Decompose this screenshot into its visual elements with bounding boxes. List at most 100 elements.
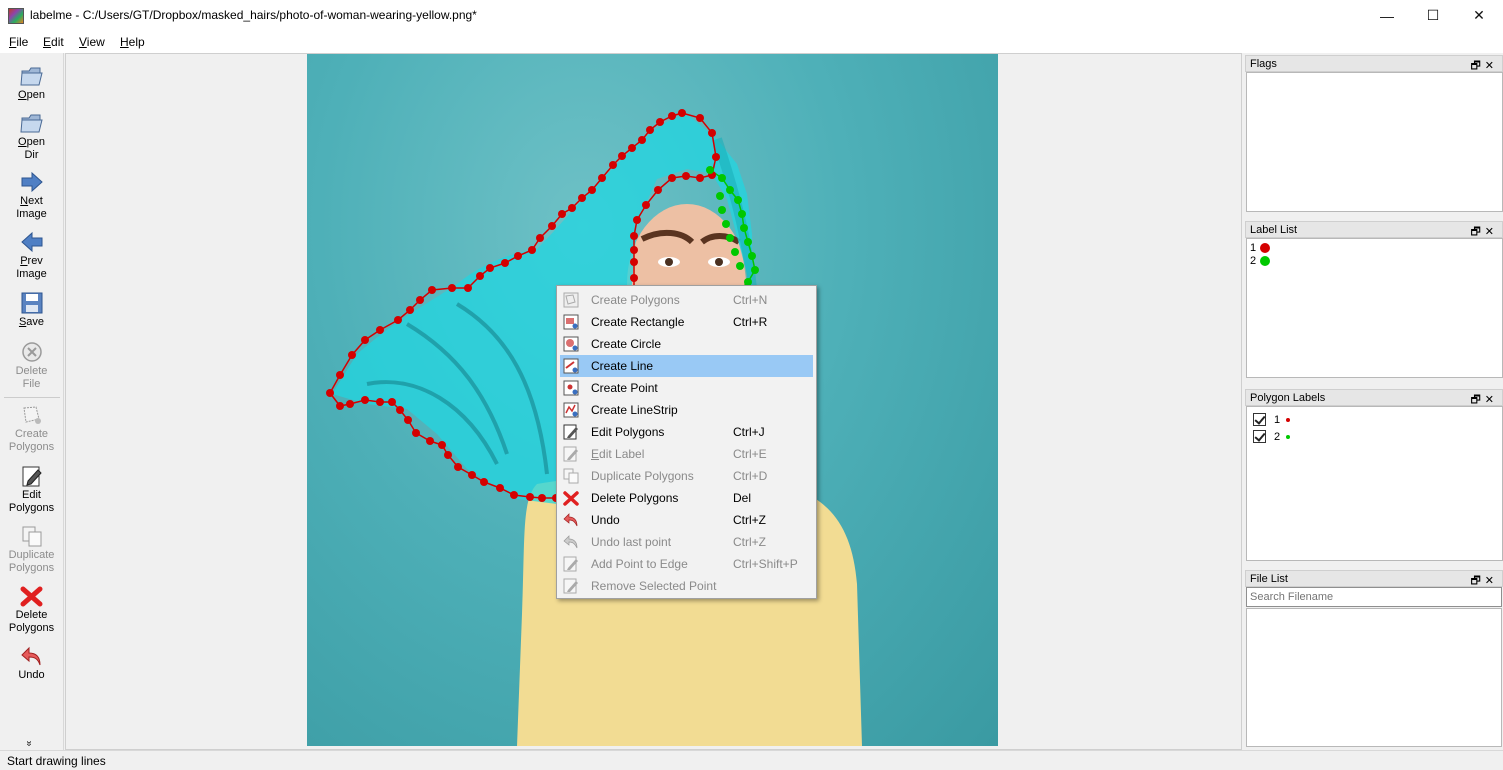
- delete-file-label: Delete: [15, 365, 48, 377]
- red-x-icon: [20, 586, 42, 607]
- prev-image-button[interactable]: Prev Image: [0, 231, 63, 281]
- ctx-label: Undo: [591, 513, 620, 527]
- close-dock-icon[interactable]: ✕: [1485, 394, 1498, 406]
- ctx-label: Create Point: [591, 381, 658, 395]
- polygon-labels-title: Polygon Labels: [1250, 392, 1326, 404]
- polygon-labels-list[interactable]: 1 2: [1246, 406, 1503, 561]
- float-dock-icon[interactable]: 🗗: [1470, 60, 1484, 72]
- minimize-button[interactable]: —: [1364, 0, 1410, 31]
- file-list-dock-title: File List 🗗✕: [1245, 570, 1503, 587]
- open-dir-button[interactable]: Open Dir: [0, 112, 63, 162]
- ctx-undo[interactable]: Undo Ctrl+Z: [557, 509, 816, 531]
- duplicate-polygons-button[interactable]: Duplicate Polygons: [0, 525, 63, 575]
- ctx-create-rectangle[interactable]: Create Rectangle Ctrl+R: [557, 311, 816, 333]
- ctx-delete-polygons[interactable]: Delete Polygons Del: [557, 487, 816, 509]
- ctx-label: Create Polygons: [591, 293, 680, 307]
- label-list-dock-title: Label List 🗗✕: [1245, 221, 1503, 238]
- delete-circle-icon: [21, 342, 42, 362]
- create-polygons-button[interactable]: Create Polygons: [0, 404, 63, 454]
- edit-polygons-button[interactable]: Edit Polygons: [0, 465, 63, 515]
- linestrip-draw-icon: [563, 402, 579, 418]
- flags-list[interactable]: [1246, 72, 1503, 212]
- polygon-visibility-checkbox[interactable]: [1253, 430, 1266, 443]
- file-list[interactable]: [1246, 608, 1502, 747]
- polygon-visibility-checkbox[interactable]: [1253, 413, 1266, 426]
- save-button[interactable]: Save: [0, 292, 63, 329]
- label-list[interactable]: 1 2: [1246, 238, 1503, 378]
- open-dir-label-2: Dir: [24, 149, 39, 161]
- polygon-draw-icon: [22, 406, 41, 424]
- folder-open-icon: [19, 114, 43, 133]
- file-list-title: File List: [1250, 573, 1288, 585]
- ctx-create-circle[interactable]: Create Circle: [557, 333, 816, 355]
- ctx-undo-last-point[interactable]: Undo last point Ctrl+Z: [557, 531, 816, 553]
- ctx-remove-selected-point[interactable]: Remove Selected Point: [557, 575, 816, 597]
- next-image-label-2: Image: [16, 208, 47, 220]
- list-item[interactable]: 2: [1250, 428, 1502, 445]
- menu-file[interactable]: File: [9, 35, 28, 49]
- duplicate-polygons-label: Duplicate: [8, 549, 55, 561]
- ctx-shortcut: Ctrl+Z: [733, 513, 766, 527]
- menu-edit[interactable]: Edit: [43, 35, 64, 49]
- status-bar: Start drawing lines: [0, 750, 1503, 770]
- float-dock-icon[interactable]: 🗗: [1470, 394, 1484, 406]
- toolbar-extension-chevron-icon[interactable]: »: [23, 741, 34, 747]
- red-x-icon: [563, 491, 579, 506]
- float-dock-icon[interactable]: 🗗: [1470, 575, 1484, 587]
- ctx-create-line[interactable]: Create Line: [560, 355, 813, 377]
- delete-polygons-button[interactable]: Delete Polygons: [0, 585, 63, 635]
- ctx-label: Add Point to Edge: [591, 557, 688, 571]
- menu-file-label: ile: [16, 35, 29, 49]
- copy-icon: [563, 468, 579, 484]
- circle-draw-icon: [563, 336, 579, 352]
- canvas-context-menu: Create Polygons Ctrl+N Create Rectangle …: [556, 285, 817, 599]
- delete-file-button[interactable]: Delete File: [0, 341, 63, 391]
- point-draw-icon: [563, 380, 579, 396]
- maximize-button[interactable]: ☐: [1410, 0, 1456, 31]
- ctx-label: Create Rectangle: [591, 315, 685, 329]
- menu-help[interactable]: Help: [120, 35, 145, 49]
- polygon-labels-dock-title: Polygon Labels 🗗✕: [1245, 389, 1503, 406]
- ctx-edit-label[interactable]: Edit Label Ctrl+E: [557, 443, 816, 465]
- float-dock-icon[interactable]: 🗗: [1470, 226, 1484, 238]
- edit-pencil-icon: [563, 578, 578, 594]
- next-image-button[interactable]: Next Image: [0, 171, 63, 221]
- save-label: Save: [18, 316, 45, 328]
- minimize-icon: —: [1380, 7, 1394, 24]
- menu-help-mnemonic: H: [120, 35, 129, 49]
- open-button[interactable]: Open: [0, 65, 63, 102]
- ctx-shortcut: Ctrl+Z: [733, 535, 766, 549]
- close-dock-icon[interactable]: ✕: [1485, 226, 1498, 238]
- menu-view[interactable]: View: [79, 35, 105, 49]
- label-list-dock: Label List 🗗✕ 1 2: [1245, 221, 1503, 378]
- create-polygons-label: Create: [14, 428, 49, 440]
- copy-icon: [22, 526, 41, 547]
- rectangle-draw-icon: [563, 314, 579, 330]
- ctx-add-point-to-edge[interactable]: Add Point to Edge Ctrl+Shift+P: [557, 553, 816, 575]
- arrow-left-icon: [20, 231, 42, 253]
- close-dock-icon[interactable]: ✕: [1485, 575, 1498, 587]
- close-dock-icon[interactable]: ✕: [1485, 60, 1498, 72]
- file-list-body: [1246, 587, 1503, 748]
- ctx-label: Edit Polygons: [591, 425, 665, 439]
- list-item[interactable]: 1: [1250, 411, 1502, 428]
- ctx-create-polygons[interactable]: Create Polygons Ctrl+N: [557, 289, 816, 311]
- ctx-create-linestrip[interactable]: Create LineStrip: [557, 399, 816, 421]
- list-item[interactable]: 1: [1247, 241, 1502, 254]
- save-disk-icon: [21, 292, 42, 314]
- ctx-label: Delete Polygons: [591, 491, 679, 505]
- ctx-duplicate-polygons[interactable]: Duplicate Polygons Ctrl+D: [557, 465, 816, 487]
- search-filename-input[interactable]: [1246, 587, 1502, 607]
- list-item[interactable]: 2: [1247, 254, 1502, 267]
- ctx-label: Remove Selected Point: [591, 579, 717, 593]
- ctx-edit-polygons[interactable]: Edit Polygons Ctrl+J: [557, 421, 816, 443]
- edit-pencil-icon: [22, 466, 42, 487]
- label-color-dot: [1286, 434, 1291, 439]
- title-bar: labelme - C:/Users/GT/Dropbox/masked_hai…: [0, 0, 1503, 31]
- ctx-create-point[interactable]: Create Point: [557, 377, 816, 399]
- polygon-label-text: 1: [1274, 413, 1281, 426]
- close-window-button[interactable]: ✕: [1456, 0, 1502, 31]
- label-list-title: Label List: [1250, 224, 1298, 236]
- undo-arrow-icon: [563, 513, 578, 527]
- undo-button[interactable]: Undo: [0, 645, 63, 682]
